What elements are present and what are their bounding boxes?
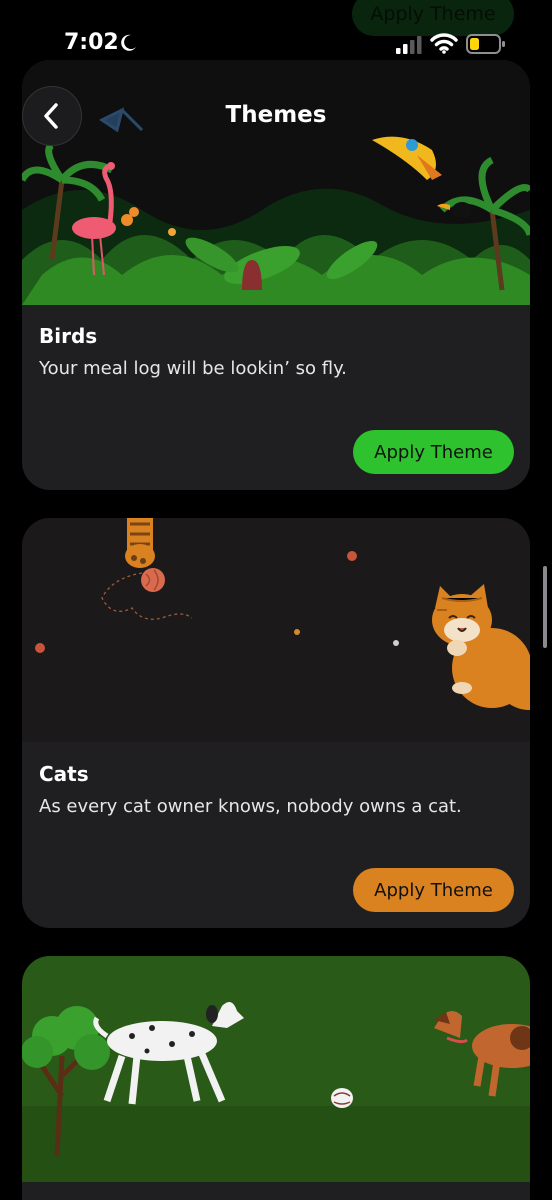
theme-card-cats: Cats As every cat owner knows, nobody ow… — [22, 518, 530, 928]
cats-theme-illustration — [22, 518, 530, 742]
themes-screen: 7:02 Apply Theme Themes Birds Your meal … — [0, 0, 552, 1200]
page-title: Themes — [225, 102, 327, 128]
theme-card-dogs — [22, 956, 530, 1200]
apply-theme-button-birds[interactable]: Apply Theme — [353, 430, 514, 474]
status-bar: 7:02 — [0, 0, 552, 80]
battery-icon — [466, 34, 505, 54]
status-time: 7:02 — [64, 30, 119, 55]
scroll-indicator[interactable] — [543, 566, 547, 648]
theme-title: Birds — [39, 324, 98, 348]
dogs-theme-illustration — [22, 956, 530, 1182]
theme-description: As every cat owner knows, nobody owns a … — [39, 796, 462, 817]
wifi-icon — [430, 33, 458, 54]
apply-theme-button-cats[interactable]: Apply Theme — [353, 868, 514, 912]
theme-description: Your meal log will be lookin’ so fly. — [39, 358, 347, 379]
moon-icon — [121, 34, 136, 51]
birds-theme-illustration — [22, 60, 530, 305]
theme-title: Cats — [39, 762, 89, 786]
cellular-signal-icon — [396, 36, 422, 54]
